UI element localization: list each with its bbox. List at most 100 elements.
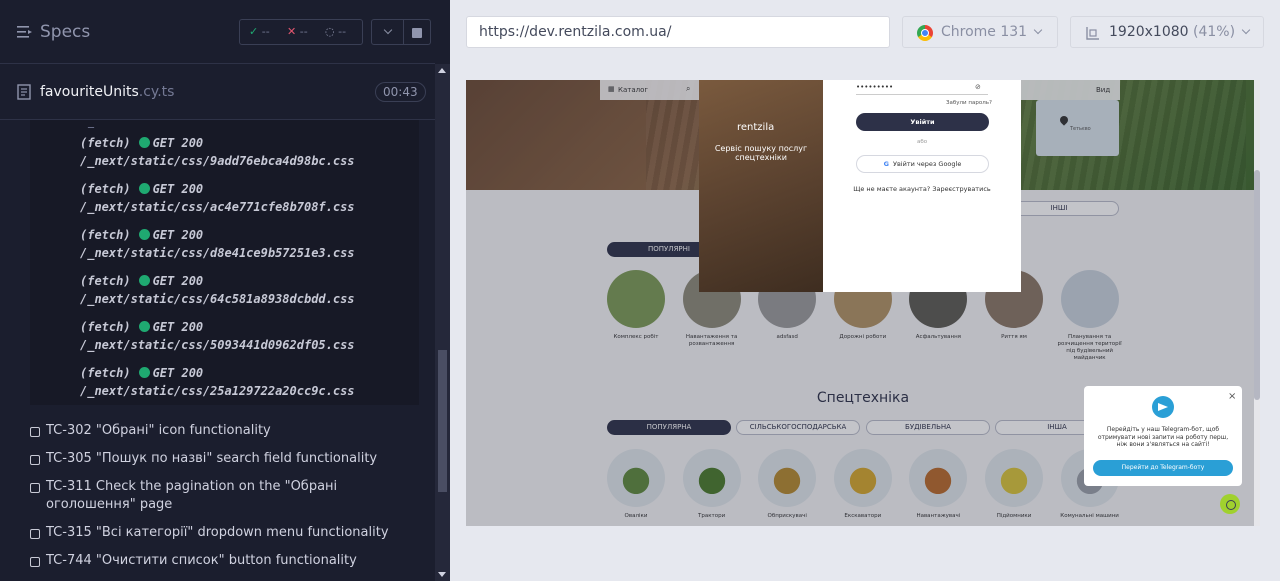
document-icon — [17, 84, 31, 100]
log-url: /_next/static/css/d8e41ce9b57251e3.css — [80, 246, 355, 260]
google-login-button[interactable]: G Увійти через Google — [856, 155, 989, 173]
log-prefix: (fetch) — [80, 274, 131, 288]
status-dot-icon — [138, 137, 150, 148]
signup-link[interactable]: Ще не маєте акаунта? Зареєструватись — [823, 185, 1021, 193]
telegram-popup-text: Перейдіть у наш Telegram-бот, щоб отриму… — [1097, 426, 1229, 448]
log-url: /_next/static/css/5093441d0962df05.css — [80, 338, 355, 352]
test-status-checkbox-icon — [30, 557, 40, 567]
log-url: /_next/static/css/64c581a8938dcbdd.css — [80, 292, 355, 306]
specs-header: Specs ✓ -- ✕ -- ◌ -- — [0, 0, 435, 64]
login-modal-banner: rentzila Сервіс пошуку послуг спецтехнік… — [699, 80, 823, 292]
stop-button[interactable] — [404, 19, 431, 45]
viewport-dimensions: 1920x1080 — [1109, 24, 1189, 40]
status-dot-icon — [138, 275, 150, 286]
viewport-size: 1920x1080 (41%) — [1109, 24, 1235, 40]
log-entry[interactable]: (fetch) GET 200 /_next/static/css/64c581a8… — [80, 272, 355, 308]
log-entry[interactable]: (fetch) GET 200 /_next/static/css/5093441d… — [80, 318, 355, 354]
log-entry[interactable]: (fetch) GET 200 /_next/static/css/9add76eb… — [80, 134, 355, 170]
spec-runner-panel: Specs ✓ -- ✕ -- ◌ -- favouriteUnits.cy.t… — [0, 0, 450, 581]
scroll-thumb[interactable] — [438, 350, 447, 492]
log-prefix: (fetch) — [80, 366, 131, 380]
preview-scroll-thumb[interactable] — [1254, 170, 1260, 400]
log-entry[interactable]: (fetch) GET 200 /_next/static/css/d8e41ce9… — [80, 226, 355, 262]
test-title: TC-311 Check the pagination on the "Обра… — [46, 479, 338, 512]
test-status-checkbox-icon — [30, 427, 40, 437]
app-preview: ▦ Каталог ⌕ Вид Тетьєво ПОПУЛЯРНІ ІНШІ Ко… — [466, 80, 1260, 526]
log-method: GET 200 — [152, 136, 204, 150]
log-prefix: (fetch) — [80, 228, 131, 242]
log-method: GET 200 — [152, 366, 204, 380]
chrome-icon — [917, 25, 933, 41]
failed-count: -- — [299, 25, 308, 38]
log-method: GET 200 — [152, 320, 204, 334]
list-menu-icon[interactable] — [17, 24, 33, 40]
log-entry[interactable]: (fetch) GET 200 /_next/static/css/25a12972… — [80, 364, 355, 400]
chevron-down-icon — [383, 25, 393, 35]
test-item[interactable]: TC-315 "Всі категорії" dropdown menu fun… — [30, 524, 420, 542]
duration-badge: 00:43 — [375, 82, 426, 102]
login-button[interactable]: Увійти — [856, 113, 989, 131]
sidebar-scrollbar[interactable] — [435, 64, 450, 581]
telegram-bot-button[interactable]: Перейти до Telegram-боту — [1093, 460, 1233, 476]
log-prefix: (fetch) — [80, 182, 131, 196]
test-title: TC-744 "Очистити список" button function… — [46, 553, 357, 568]
scroll-up-arrow-icon[interactable] — [438, 68, 446, 73]
check-icon: ✓ — [249, 25, 259, 38]
cross-icon: ✕ — [287, 25, 297, 38]
status-dot-icon — [138, 229, 150, 240]
log-prefix: (fetch) — [80, 136, 131, 150]
log-prefix: (fetch) — [80, 320, 131, 334]
telegram-popup: × Перейдіть у наш Telegram-бот, щоб отри… — [1084, 386, 1242, 486]
stop-icon — [412, 28, 422, 38]
test-item[interactable]: TC-744 "Очистити список" button function… — [30, 552, 420, 570]
spec-file-row[interactable]: favouriteUnits.cy.ts 00:43 — [0, 70, 435, 120]
rentzila-logo: rentzila — [737, 122, 775, 133]
options-dropdown-button[interactable] — [371, 19, 404, 45]
test-status-checkbox-icon — [30, 529, 40, 539]
modal-tagline: Сервіс пошуку послуг спецтехніки — [714, 144, 808, 162]
status-dot-icon — [138, 321, 150, 332]
or-divider: або — [917, 139, 928, 145]
preview-scrollbar[interactable] — [1254, 80, 1260, 526]
status-dot-icon — [138, 183, 150, 194]
scroll-down-arrow-icon[interactable] — [438, 572, 446, 577]
browser-name: Chrome 131 — [941, 24, 1028, 40]
url-bar[interactable]: https://dev.rentzila.com.ua/ — [466, 16, 890, 48]
viewport-zoom: (41%) — [1193, 24, 1236, 40]
spec-file-ext: .cy.ts — [138, 84, 175, 100]
telegram-icon — [1152, 396, 1174, 418]
test-title: TC-302 "Обрані" icon functionality — [46, 423, 271, 438]
pending-count: -- — [338, 25, 347, 38]
log-url: /_next/static/css/ac4e771cfe8b708f.css — [80, 200, 355, 214]
failed-stat: ✕ -- — [287, 25, 308, 38]
log-url: /_next/static/css/9add76ebca4d98bc.css — [80, 154, 355, 168]
log-method: GET 200 — [152, 274, 204, 288]
test-title: TC-315 "Всі категорії" dropdown menu fun… — [46, 525, 389, 540]
log-method: GET 200 — [152, 182, 204, 196]
test-item[interactable]: TC-311 Check the pagination on the "Обра… — [30, 478, 420, 514]
chat-bubble-icon[interactable] — [1220, 494, 1240, 514]
log-overflow-marker: _ — [88, 120, 94, 128]
test-status-checkbox-icon — [30, 455, 40, 465]
log-method: GET 200 — [152, 228, 204, 242]
test-stats: ✓ -- ✕ -- ◌ -- — [239, 19, 363, 45]
command-log: _ (fetch) GET 200 /_next/static/css/9add76… — [30, 120, 419, 405]
app-under-test-panel: https://dev.rentzila.com.ua/ Chrome 131 … — [450, 0, 1280, 581]
spinner-icon: ◌ — [325, 25, 335, 38]
passed-count: -- — [261, 25, 270, 38]
spec-file-name: favouriteUnits.cy.ts — [40, 84, 174, 100]
eye-off-icon[interactable]: ⊘ — [975, 83, 981, 91]
test-item[interactable]: TC-305 "Пошук по назві" search field fun… — [30, 450, 420, 468]
browser-selector[interactable]: Chrome 131 — [902, 16, 1058, 48]
password-field[interactable]: ••••••••• — [856, 83, 988, 95]
viewport-selector[interactable]: 1920x1080 (41%) — [1070, 16, 1264, 48]
status-dot-icon — [138, 367, 150, 378]
log-url: /_next/static/css/25a129722a20cc9c.css — [80, 384, 355, 398]
specs-title: Specs — [40, 22, 91, 42]
close-icon[interactable]: × — [1228, 391, 1236, 402]
google-icon: G — [883, 160, 890, 168]
forgot-password-link[interactable]: Забули пароль? — [946, 100, 992, 106]
log-entry[interactable]: (fetch) GET 200 /_next/static/css/ac4e771c… — [80, 180, 355, 216]
chevron-down-icon — [1241, 25, 1251, 35]
test-item[interactable]: TC-302 "Обрані" icon functionality — [30, 422, 420, 440]
